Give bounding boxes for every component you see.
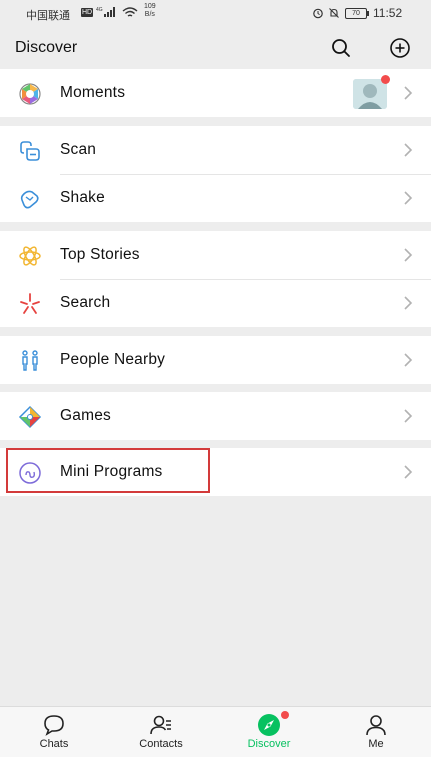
tab-chats[interactable]: Chats	[14, 707, 94, 757]
mute-bell-icon	[329, 8, 339, 18]
contacts-icon	[150, 715, 171, 735]
tab-label: Me	[368, 738, 384, 750]
menu-item-scan[interactable]: Scan	[0, 126, 431, 174]
top-stories-icon	[19, 246, 41, 266]
group-people-nearby: People Nearby	[0, 336, 431, 384]
menu-item-games[interactable]: Games	[0, 392, 431, 440]
menu-item-label: Scan	[60, 141, 97, 158]
menu-item-moments[interactable]: Moments	[0, 69, 431, 117]
menu-item-label: Shake	[60, 189, 105, 206]
tab-label: Contacts	[139, 738, 183, 750]
group-games: Games	[0, 392, 431, 440]
chevron-right-icon	[404, 409, 413, 423]
search-sparkle-icon	[20, 293, 40, 314]
plus-circle-icon[interactable]	[389, 37, 411, 59]
tab-contacts[interactable]: Contacts	[121, 707, 201, 757]
group-moments: Moments	[0, 69, 431, 117]
scan-icon	[20, 141, 40, 161]
clock: 11:52	[373, 6, 403, 20]
menu-item-label: Moments	[60, 84, 126, 101]
games-icon	[18, 405, 42, 429]
people-nearby-icon	[22, 350, 38, 371]
menu-item-top-stories[interactable]: Top Stories	[0, 231, 431, 279]
network-speed-unit: B/s	[144, 11, 155, 18]
group-scan-shake: Scan Shake	[0, 126, 431, 222]
menu-item-shake[interactable]: Shake	[0, 174, 431, 222]
chevron-right-icon	[404, 191, 413, 205]
menu-item-label: Top Stories	[60, 246, 140, 263]
shake-icon	[20, 190, 39, 209]
network-type-label: 4G	[96, 7, 103, 13]
search-icon[interactable]	[330, 37, 352, 59]
group-stories-search: Top Stories Search	[0, 231, 431, 327]
tab-label: Chats	[39, 738, 69, 750]
network-speed: 109 B/s	[144, 3, 156, 19]
tab-discover[interactable]: Discover	[229, 707, 309, 757]
menu-item-people-nearby[interactable]: People Nearby	[0, 336, 431, 384]
page-title: Discover	[15, 39, 78, 56]
battery-indicator: 70	[345, 8, 369, 19]
signal-icon: 4G	[96, 7, 115, 17]
chevron-right-icon	[404, 296, 413, 310]
menu-item-label: Games	[60, 407, 111, 424]
chevron-right-icon	[404, 353, 413, 367]
tab-me[interactable]: Me	[336, 707, 416, 757]
highlight-box	[6, 448, 210, 493]
menu-item-label: People Nearby	[60, 351, 166, 368]
chevron-right-icon	[404, 86, 413, 100]
menu-item-search[interactable]: Search	[0, 279, 431, 327]
moments-icon	[19, 83, 41, 105]
tab-label: Discover	[247, 738, 291, 750]
chevron-right-icon	[404, 465, 413, 479]
menu-item-label: Search	[60, 294, 111, 311]
compass-icon	[258, 714, 280, 736]
bottom-tab-bar: Chats Contacts Discover Me	[0, 706, 431, 757]
discover-badge	[281, 711, 289, 719]
wifi-icon	[122, 7, 138, 17]
alarm-icon	[313, 8, 323, 19]
person-icon	[366, 715, 386, 736]
carrier-label: 中国联通	[26, 9, 70, 22]
new-moments-badge	[381, 75, 390, 84]
status-bar: 中国联通 HD 4G 109 B/s 70 11:52	[0, 0, 431, 27]
moments-thumbnail	[353, 79, 387, 109]
chevron-right-icon	[404, 248, 413, 262]
top-bar: Discover	[0, 27, 431, 67]
network-speed-value: 109	[144, 3, 156, 10]
hd-badge: HD	[81, 8, 94, 17]
chevron-right-icon	[404, 143, 413, 157]
chat-bubble-icon	[44, 715, 64, 736]
